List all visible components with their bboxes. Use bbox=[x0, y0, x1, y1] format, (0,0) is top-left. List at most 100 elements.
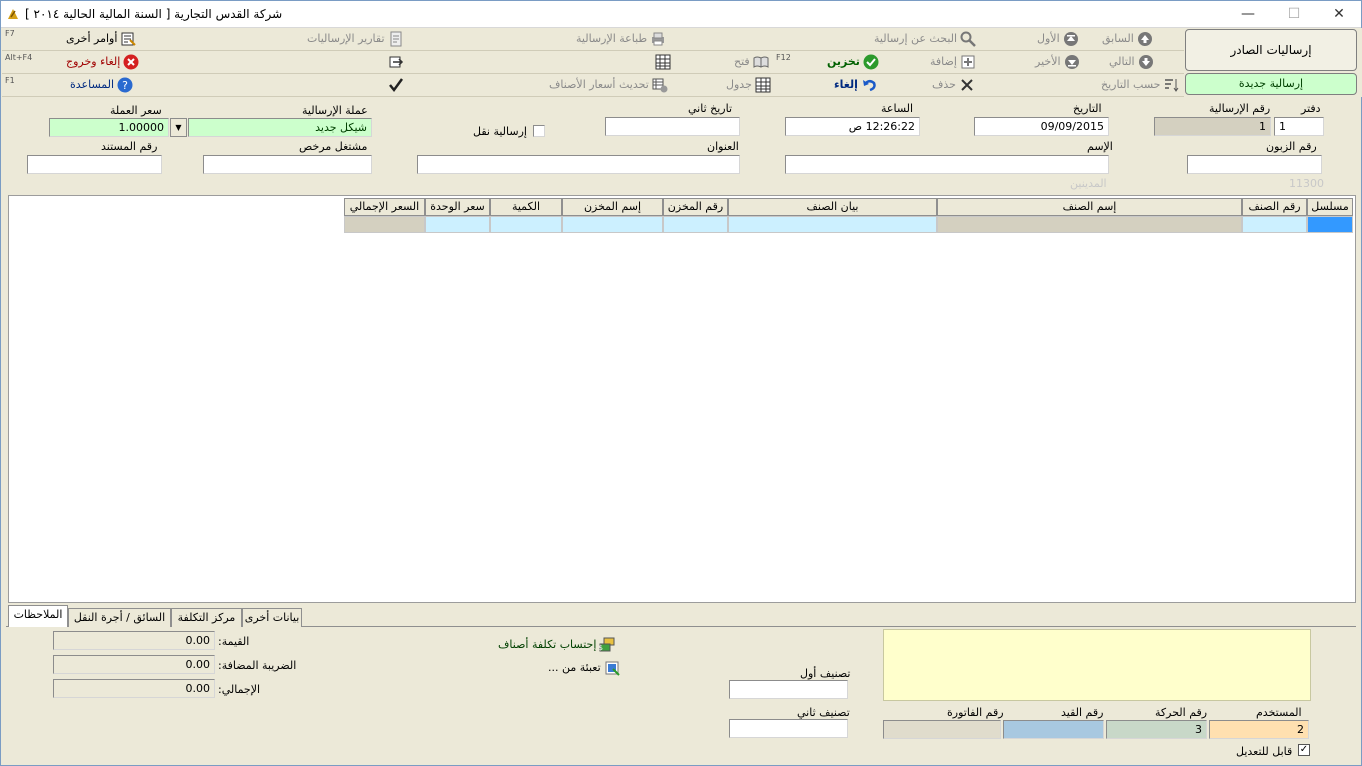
last-button[interactable]: الأخير bbox=[1035, 52, 1080, 72]
printer-icon bbox=[650, 31, 666, 47]
cell-quantity[interactable] bbox=[490, 216, 562, 233]
col-item-desc[interactable]: بيان الصنف bbox=[728, 198, 937, 216]
header-form: دفتر 1 رقم الإرسالية 1 التاريخ 09/09/201… bbox=[6, 97, 1356, 191]
col-store-no[interactable]: رقم المخزن bbox=[663, 198, 728, 216]
svg-text:$: $ bbox=[599, 644, 603, 652]
section-title-button[interactable]: إرساليات الصادر bbox=[1185, 29, 1357, 71]
approve-button[interactable] bbox=[385, 75, 404, 95]
first-button[interactable]: الأول bbox=[1037, 29, 1079, 49]
transport-checkbox[interactable] bbox=[533, 125, 545, 137]
date-input[interactable]: 09/09/2015 bbox=[974, 117, 1109, 136]
cell-store-no[interactable] bbox=[663, 216, 728, 233]
address-input[interactable] bbox=[417, 155, 740, 174]
customer-code-hint: 11300 bbox=[1289, 177, 1324, 190]
by-date-button[interactable]: حسب التاريخ bbox=[1101, 75, 1179, 95]
notes-textarea[interactable] bbox=[883, 629, 1311, 701]
cancel-exit-button[interactable]: إلغاء وخروج bbox=[66, 52, 139, 72]
currency-select[interactable]: شيكل جديد bbox=[188, 118, 372, 137]
class2-input[interactable] bbox=[729, 719, 848, 738]
cell-item-no[interactable] bbox=[1242, 216, 1307, 233]
shipment-no-input[interactable]: 1 bbox=[1154, 117, 1271, 136]
editable-checkbox[interactable]: ✓ bbox=[1298, 744, 1310, 756]
cell-item-name[interactable] bbox=[937, 216, 1242, 233]
tab-driver[interactable]: السائق / أجرة النقل bbox=[68, 608, 171, 627]
col-total-price[interactable]: السعر الإجمالي bbox=[344, 198, 425, 216]
doc-no-label: رقم المستند bbox=[101, 140, 158, 153]
items-grid[interactable]: مسلسل رقم الصنف إسم الصنف بيان الصنف رقم… bbox=[8, 195, 1356, 603]
col-quantity[interactable]: الكمية bbox=[490, 198, 562, 216]
close-circle-icon bbox=[123, 54, 139, 70]
new-shipment-button[interactable]: إرسالية جديدة bbox=[1185, 73, 1357, 95]
add-button[interactable]: إضافة bbox=[930, 52, 976, 72]
tab-other-data[interactable]: بيانات أخرى bbox=[242, 608, 302, 627]
total-field: 0.00 bbox=[53, 679, 215, 698]
open-button[interactable]: فتح bbox=[734, 52, 769, 72]
date2-input[interactable] bbox=[605, 117, 740, 136]
search-button[interactable]: البحث عن إرسالية bbox=[874, 29, 976, 49]
maximize-button[interactable]: ☐ bbox=[1271, 1, 1317, 28]
class1-input[interactable] bbox=[729, 680, 848, 699]
currency-dropdown-arrow-icon[interactable]: ▼ bbox=[170, 118, 187, 137]
last-label: الأخير bbox=[1035, 55, 1061, 68]
transfer-icon bbox=[388, 54, 404, 70]
cell-unit-price[interactable] bbox=[425, 216, 490, 233]
cell-item-desc[interactable] bbox=[728, 216, 937, 233]
other-commands-button[interactable]: أوامر أخرى bbox=[66, 29, 137, 49]
toolbar-row-1: السابق الأول البحث عن إرسالية طباعة الإر… bbox=[2, 28, 1184, 51]
update-prices-button[interactable]: تحديث أسعار الأصناف bbox=[549, 75, 668, 95]
cancel-exit-label: إلغاء وخروج bbox=[66, 55, 121, 68]
transport-label: إرسالية نقل bbox=[473, 125, 527, 138]
cell-total-price[interactable] bbox=[344, 216, 425, 233]
value-label: القيمة: bbox=[218, 635, 250, 648]
check-circle-icon bbox=[863, 54, 879, 70]
licensed-label: مشتغل مرخص bbox=[299, 140, 368, 153]
rate-input[interactable]: 1.00000 bbox=[49, 118, 169, 137]
user-field: 2 bbox=[1209, 720, 1309, 739]
col-serial[interactable]: مسلسل bbox=[1307, 198, 1353, 216]
transfer-button[interactable] bbox=[385, 52, 404, 72]
save-button[interactable]: تخزين bbox=[827, 52, 879, 72]
by-date-label: حسب التاريخ bbox=[1101, 78, 1161, 91]
print-button[interactable]: طباعة الإرسالية bbox=[576, 29, 666, 49]
table-icon bbox=[755, 77, 771, 93]
cell-store-name[interactable] bbox=[562, 216, 663, 233]
time-input[interactable]: 12:26:22 ص bbox=[785, 117, 920, 136]
grid-button[interactable] bbox=[652, 52, 671, 72]
cancel-button[interactable]: إلغاء bbox=[834, 75, 877, 95]
table-button[interactable]: جدول bbox=[726, 75, 771, 95]
tab-cost-center[interactable]: مركز التكلفة bbox=[171, 608, 242, 627]
col-item-no[interactable]: رقم الصنف bbox=[1242, 198, 1307, 216]
col-item-name[interactable]: إسم الصنف bbox=[937, 198, 1242, 216]
name-input[interactable] bbox=[785, 155, 1109, 174]
reports-button[interactable]: تقارير الإرساليات bbox=[307, 29, 404, 49]
search-label: البحث عن إرسالية bbox=[874, 32, 958, 45]
value-field: 0.00 bbox=[53, 631, 215, 650]
price-update-icon bbox=[652, 77, 668, 93]
col-store-name[interactable]: إسم المخزن bbox=[562, 198, 663, 216]
fkey-f1: F1 bbox=[5, 76, 15, 85]
svg-text:?: ? bbox=[122, 79, 128, 92]
main-window: شركة القدس التجارية [ السنة المالية الحا… bbox=[0, 0, 1362, 766]
help-button[interactable]: ? المساعدة bbox=[70, 75, 133, 95]
arrow-up-icon bbox=[1137, 31, 1153, 47]
shipment-no-label: رقم الإرسالية bbox=[1209, 102, 1271, 115]
notes-panel: 0.00 القيمة: 0.00 الضريبة المضافة: 0.00 … bbox=[6, 627, 1356, 763]
minimize-button[interactable]: — bbox=[1225, 1, 1271, 28]
cell-serial[interactable] bbox=[1307, 216, 1353, 233]
col-unit-price[interactable]: سعر الوحدة bbox=[425, 198, 490, 216]
doc-no-input[interactable] bbox=[27, 155, 162, 174]
close-button[interactable]: ✕ bbox=[1316, 1, 1362, 28]
book-input[interactable]: 1 bbox=[1274, 117, 1324, 136]
open-label: فتح bbox=[734, 55, 750, 68]
next-button[interactable]: التالي bbox=[1109, 52, 1154, 72]
fill-from-button[interactable]: تعبئة من ... bbox=[548, 658, 620, 678]
total-label: الإجمالي: bbox=[218, 683, 261, 696]
customer-no-input[interactable] bbox=[1187, 155, 1322, 174]
calc-cost-button[interactable]: $ إحتساب تكلفة أصناف bbox=[498, 635, 615, 655]
address-label: العنوان bbox=[707, 140, 739, 153]
licensed-input[interactable] bbox=[203, 155, 372, 174]
tab-notes[interactable]: الملاحظات bbox=[8, 605, 68, 627]
previous-button[interactable]: السابق bbox=[1102, 29, 1153, 49]
book-label: دفتر bbox=[1301, 102, 1321, 115]
delete-button[interactable]: حذف bbox=[932, 75, 975, 95]
